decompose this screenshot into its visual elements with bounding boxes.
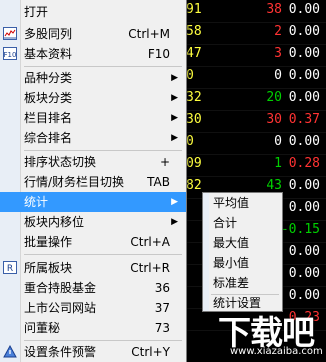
menu-item-label: 打开 [24, 5, 49, 19]
menu-separator [24, 150, 182, 151]
table-cell: 0 [186, 134, 194, 149]
watermark-logo: 下载吧 www.xiazaiba.com [216, 306, 326, 362]
submenu-arrow-icon: ▶ [171, 113, 178, 123]
table-cell: 0.00 [288, 178, 320, 193]
menu-item-label: 多股同列 [24, 27, 73, 41]
submenu-item-label: 最小值 [213, 256, 250, 270]
menu-item-column-ranking[interactable]: 栏目排名 ▶ [0, 108, 186, 128]
statistics-submenu: 平均值 合计 最大值 最小值 标准差 统计设置 [202, 192, 283, 312]
menu-separator [24, 340, 182, 341]
menu-item-label: 上市公司网站 [24, 301, 97, 315]
menu-item-label: 问董秘 [24, 321, 61, 335]
menu-item-shortcut: 37 [154, 301, 170, 315]
submenu-arrow-icon: ▶ [171, 197, 178, 207]
table-cell: 0.00 [288, 24, 320, 39]
table-cell: 0.00 [288, 134, 320, 149]
menu-item-sector-category[interactable]: 板块分类 ▶ [0, 88, 186, 108]
menu-item-label: 栏目排名 [24, 111, 73, 125]
menu-item-shortcut: Ctrl+A [130, 235, 170, 249]
table-cell: 91 [186, 2, 202, 17]
menu-item-label: 重合持股基金 [24, 281, 97, 295]
menu-item-overlap-fund[interactable]: 重合持股基金 36 [0, 278, 186, 298]
menu-separator [24, 254, 182, 255]
table-cell: 47 [186, 46, 202, 61]
menu-item-label: 板块分类 [24, 91, 73, 105]
menu-item-multi-stock[interactable]: 多股同列 Ctrl+M [0, 24, 186, 44]
menu-item-variety-category[interactable]: 品种分类 ▶ [0, 68, 186, 88]
svg-text:F10: F10 [4, 51, 17, 59]
menu-item-overall-ranking[interactable]: 综合排名 ▶ [0, 128, 186, 148]
menu-item-shortcut: Ctrl+M [128, 27, 170, 41]
menu-item-quote-finance-toggle[interactable]: 行情/财务栏目切换 TAB [0, 172, 186, 192]
r-icon: R [3, 261, 17, 274]
menu-item-label: 设置条件预警 [24, 345, 97, 359]
menu-item-shortcut: Ctrl+Y [131, 345, 170, 359]
menu-item-open[interactable]: 打开 [0, 2, 186, 22]
menu-item-basic-info[interactable]: F10 基本资料 F10 [0, 44, 186, 64]
table-cell: 0.00 [288, 46, 320, 61]
menu-item-shortcut: Ctrl+R [130, 261, 170, 275]
submenu-item-min[interactable]: 最小值 [203, 253, 282, 273]
watermark-url: www.xiazaiba.com [230, 346, 323, 357]
table-cell: 0.28 [288, 156, 320, 171]
menu-item-label: 行情/财务栏目切换 [24, 175, 125, 189]
table-cell: 0.00 [288, 2, 320, 17]
menu-item-label: 综合排名 [24, 131, 73, 145]
menu-item-label: 品种分类 [24, 71, 73, 85]
menu-item-shortcut: F10 [147, 47, 170, 61]
submenu-arrow-icon: ▶ [171, 73, 178, 83]
table-cell: 0.00 [288, 68, 320, 83]
menu-item-label: 排序状态切换 [24, 155, 97, 169]
table-cell: 0 [186, 68, 194, 83]
table-cell: 82 [186, 178, 202, 193]
alert-icon [3, 345, 17, 358]
table-cell: 0.37 [288, 112, 320, 127]
submenu-item-label: 标准差 [213, 276, 250, 290]
menu-item-statistics[interactable]: 统计 ▶ [0, 192, 186, 212]
menu-separator [24, 66, 182, 67]
f10-icon: F10 [3, 47, 17, 60]
menu-item-batch-operation[interactable]: 批量操作 Ctrl+A [0, 232, 186, 252]
menu-item-shortcut: 73 [154, 321, 170, 335]
menu-item-label: 批量操作 [24, 235, 73, 249]
menu-item-shortcut: 36 [154, 281, 170, 295]
context-menu: 打开 多股同列 Ctrl+M F10 基本资料 F10 品种分类 ▶ 板块分类 … [0, 0, 187, 362]
submenu-item-average[interactable]: 平均值 [203, 193, 282, 213]
table-cell: 0.00 [288, 90, 320, 105]
menu-item-label: 所属板块 [24, 261, 73, 275]
menu-item-set-alert[interactable]: 设置条件预警 Ctrl+Y [0, 342, 186, 362]
menu-item-label: 统计 [24, 195, 49, 209]
menu-item-move-in-sector[interactable]: 板块内移位 ▶ [0, 212, 186, 232]
submenu-item-label: 平均值 [213, 196, 250, 210]
multi-chart-icon [3, 27, 17, 40]
menu-item-label: 基本资料 [24, 47, 73, 61]
submenu-item-sum[interactable]: 合计 [203, 213, 282, 233]
table-cell: 58 [186, 24, 202, 39]
table-cell: 09 [186, 156, 202, 171]
menu-item-ask-secretary[interactable]: 问董秘 73 [0, 318, 186, 338]
submenu-arrow-icon: ▶ [171, 93, 178, 103]
submenu-arrow-icon: ▶ [171, 133, 178, 143]
submenu-item-std-dev[interactable]: 标准差 [203, 273, 282, 293]
menu-item-shortcut: + [159, 155, 170, 169]
submenu-item-label: 合计 [213, 216, 238, 230]
menu-item-label: 板块内移位 [24, 215, 85, 229]
table-cell: 30 [186, 112, 202, 127]
table-cell: 32 [186, 90, 202, 105]
menu-item-sort-toggle[interactable]: 排序状态切换 + [0, 152, 186, 172]
menu-item-belonging-sector[interactable]: R 所属板块 Ctrl+R [0, 258, 186, 278]
svg-text:R: R [7, 264, 13, 274]
submenu-arrow-icon: ▶ [171, 217, 178, 227]
submenu-item-label: 最大值 [213, 236, 250, 250]
menu-item-company-website[interactable]: 上市公司网站 37 [0, 298, 186, 318]
submenu-item-max[interactable]: 最大值 [203, 233, 282, 253]
menu-item-shortcut: TAB [147, 175, 170, 189]
